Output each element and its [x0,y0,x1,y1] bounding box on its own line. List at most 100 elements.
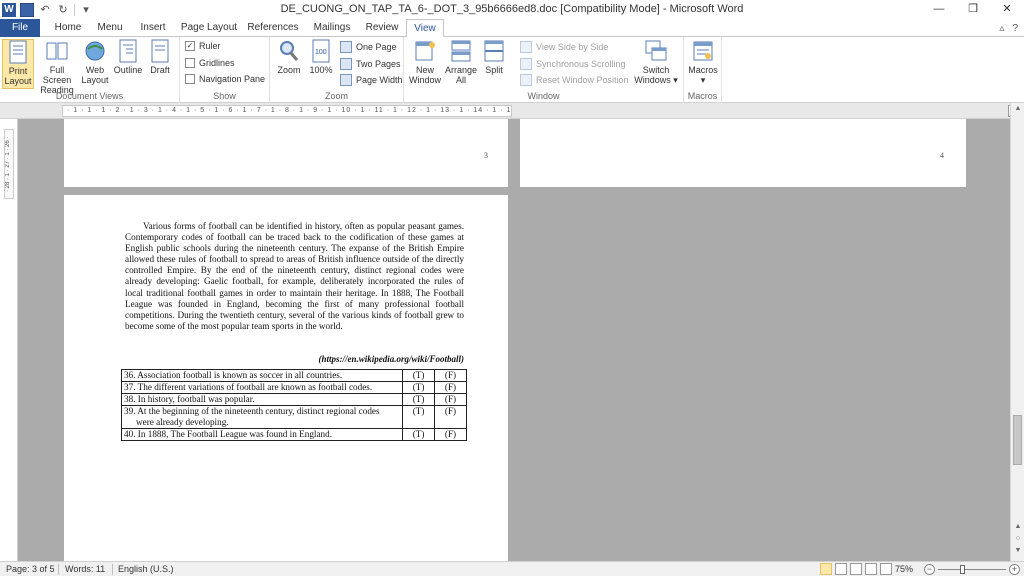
ruler-label: Ruler [199,41,221,51]
navigation-pane-label: Navigation Pane [199,74,266,84]
tab-mailings[interactable]: Mailings [308,19,356,37]
zoom-slider-knob[interactable] [959,565,965,574]
navigation-pane-check-icon [185,74,195,84]
full-screen-reading-button[interactable]: Full Screen Reading [36,39,78,95]
page-width-button[interactable]: Page Width [340,74,403,86]
web-layout-button[interactable]: Web Layout [80,39,110,85]
show-group-label: Show [213,91,236,101]
language-status[interactable]: English (U.S.) [118,563,174,576]
collapse-ribbon-icon[interactable]: ▵ [999,23,1004,34]
scrollbar-thumb[interactable] [1013,415,1022,465]
macros-label: Macros [688,65,718,75]
split-button[interactable]: Split [480,39,508,75]
page-3-bottom: 3 [64,119,508,187]
outline-label: Outline [113,65,143,75]
switch-windows-icon [645,40,667,61]
gridlines-checkbox[interactable]: Gridlines [185,58,235,68]
document-views-group-label: Document Views [55,91,124,101]
tab-review[interactable]: Review [362,19,402,37]
group-zoom: Zoom 100 100% One Page Two Pages Page Wi… [270,37,404,103]
new-window-button[interactable]: New Window [408,39,442,85]
zoom-slider[interactable]: − + [924,564,1020,575]
scroll-up-icon[interactable]: ▲ [1011,105,1024,112]
split-label: Split [485,65,503,75]
ruler-checkbox[interactable]: ✓ Ruler [185,41,221,51]
zoom-button[interactable]: Zoom [274,39,304,75]
tab-file[interactable]: File [0,19,40,37]
arrange-all-label-2: All [455,75,466,85]
outline-icon [119,39,137,63]
word-count-status[interactable]: Words: 11 [65,563,105,576]
group-macros: Macros ▾ Macros [684,37,722,103]
zoom-in-icon[interactable]: + [1009,564,1020,575]
full-screen-reading-icon [46,42,68,60]
synchronous-scrolling-button[interactable]: Synchronous Scrolling [520,58,626,70]
true-option: (T) [402,428,436,441]
help-icon[interactable]: ? [1012,23,1018,34]
gridlines-label: Gridlines [199,58,235,68]
two-pages-label: Two Pages [356,59,401,69]
outline-button[interactable]: Outline [112,39,144,75]
macros-icon [693,41,713,61]
reset-window-position-button[interactable]: Reset Window Position [520,74,629,86]
horizontal-ruler[interactable]: · 1 · 1 · 1 · 2 · 1 · 3 · 1 · 4 · 1 · 5 … [62,105,512,117]
zoom-track[interactable] [938,569,1006,570]
tab-menu[interactable]: Menu [92,19,128,37]
browse-object-icon[interactable]: ○ [1011,535,1024,542]
next-page-icon[interactable]: ▼ [1011,547,1024,554]
arrange-all-button[interactable]: Arrange All [444,39,478,85]
table-row: 39. At the beginning of the nineteenth c… [120,405,467,429]
draft-button[interactable]: Draft [146,39,174,75]
ruler-bar: · 1 · 1 · 1 · 2 · 1 · 3 · 1 · 4 · 1 · 5 … [0,103,1024,119]
tab-references[interactable]: References [244,19,302,37]
arrange-all-icon [451,40,471,62]
view-side-by-side-button[interactable]: View Side by Side [520,41,608,53]
status-bar: Page: 3 of 5 Words: 11 English (U.S.) 75… [0,561,1024,576]
minimize-button[interactable]: — [922,0,956,19]
gridlines-check-icon [185,58,195,68]
vertical-scrollbar[interactable]: ▲ ▲ ○ ▼ [1010,103,1024,561]
zoom-out-icon[interactable]: − [924,564,935,575]
previous-page-icon[interactable]: ▲ [1011,523,1024,530]
reset-window-position-icon [520,74,532,86]
two-pages-icon [340,58,352,70]
new-window-icon [415,41,435,61]
zoom-level[interactable]: 75% [895,563,913,576]
zoom-100-button[interactable]: 100 100% [306,39,336,75]
one-page-button[interactable]: One Page [340,41,397,53]
false-option: (F) [434,428,467,441]
table-row: 38. In history, football was popular. (T… [120,393,467,406]
ribbon-right-controls: ▵ ? [999,19,1018,37]
two-pages-button[interactable]: Two Pages [340,58,401,70]
false-option: (F) [434,405,467,429]
status-separator [112,564,113,575]
tab-home[interactable]: Home [48,19,88,37]
new-window-label-1: New [415,65,434,75]
navigation-pane-checkbox[interactable]: Navigation Pane [185,74,265,84]
tab-page-layout[interactable]: Page Layout [178,19,240,37]
document-canvas[interactable]: 3 4 Various forms of football can be ide… [18,119,1010,561]
outline-view-icon[interactable] [865,563,877,575]
tab-view[interactable]: View [406,19,444,38]
page-count-status[interactable]: Page: 3 of 5 [6,563,55,576]
split-icon [484,40,504,62]
view-side-by-side-label: View Side by Side [536,42,609,52]
question-cell: 40. In 1888, The Football League was fou… [120,428,404,441]
vertical-ruler[interactable]: · 28 · 1 · 27 · 1 · 26 · [0,119,18,561]
switch-windows-button[interactable]: Switch Windows ▾ [632,39,680,85]
print-layout-button[interactable]: Print Layout [2,39,34,89]
tab-insert[interactable]: Insert [134,19,172,37]
print-layout-label-1: Print [8,66,28,76]
full-screen-view-icon[interactable] [835,563,847,575]
macros-button[interactable]: Macros ▾ [686,39,720,85]
false-option: (F) [434,369,467,382]
draft-view-icon[interactable] [880,563,892,575]
page-5: Various forms of football can be identif… [64,195,508,561]
print-layout-view-icon[interactable] [820,563,832,575]
full-screen-reading-label-1: Full Screen [42,65,72,85]
close-button[interactable]: ✕ [990,0,1024,19]
maximize-button[interactable]: ❐ [956,0,990,19]
reading-passage: Various forms of football can be identif… [125,221,464,331]
table-row: 37. The different variations of football… [120,381,467,394]
web-layout-view-icon[interactable] [850,563,862,575]
